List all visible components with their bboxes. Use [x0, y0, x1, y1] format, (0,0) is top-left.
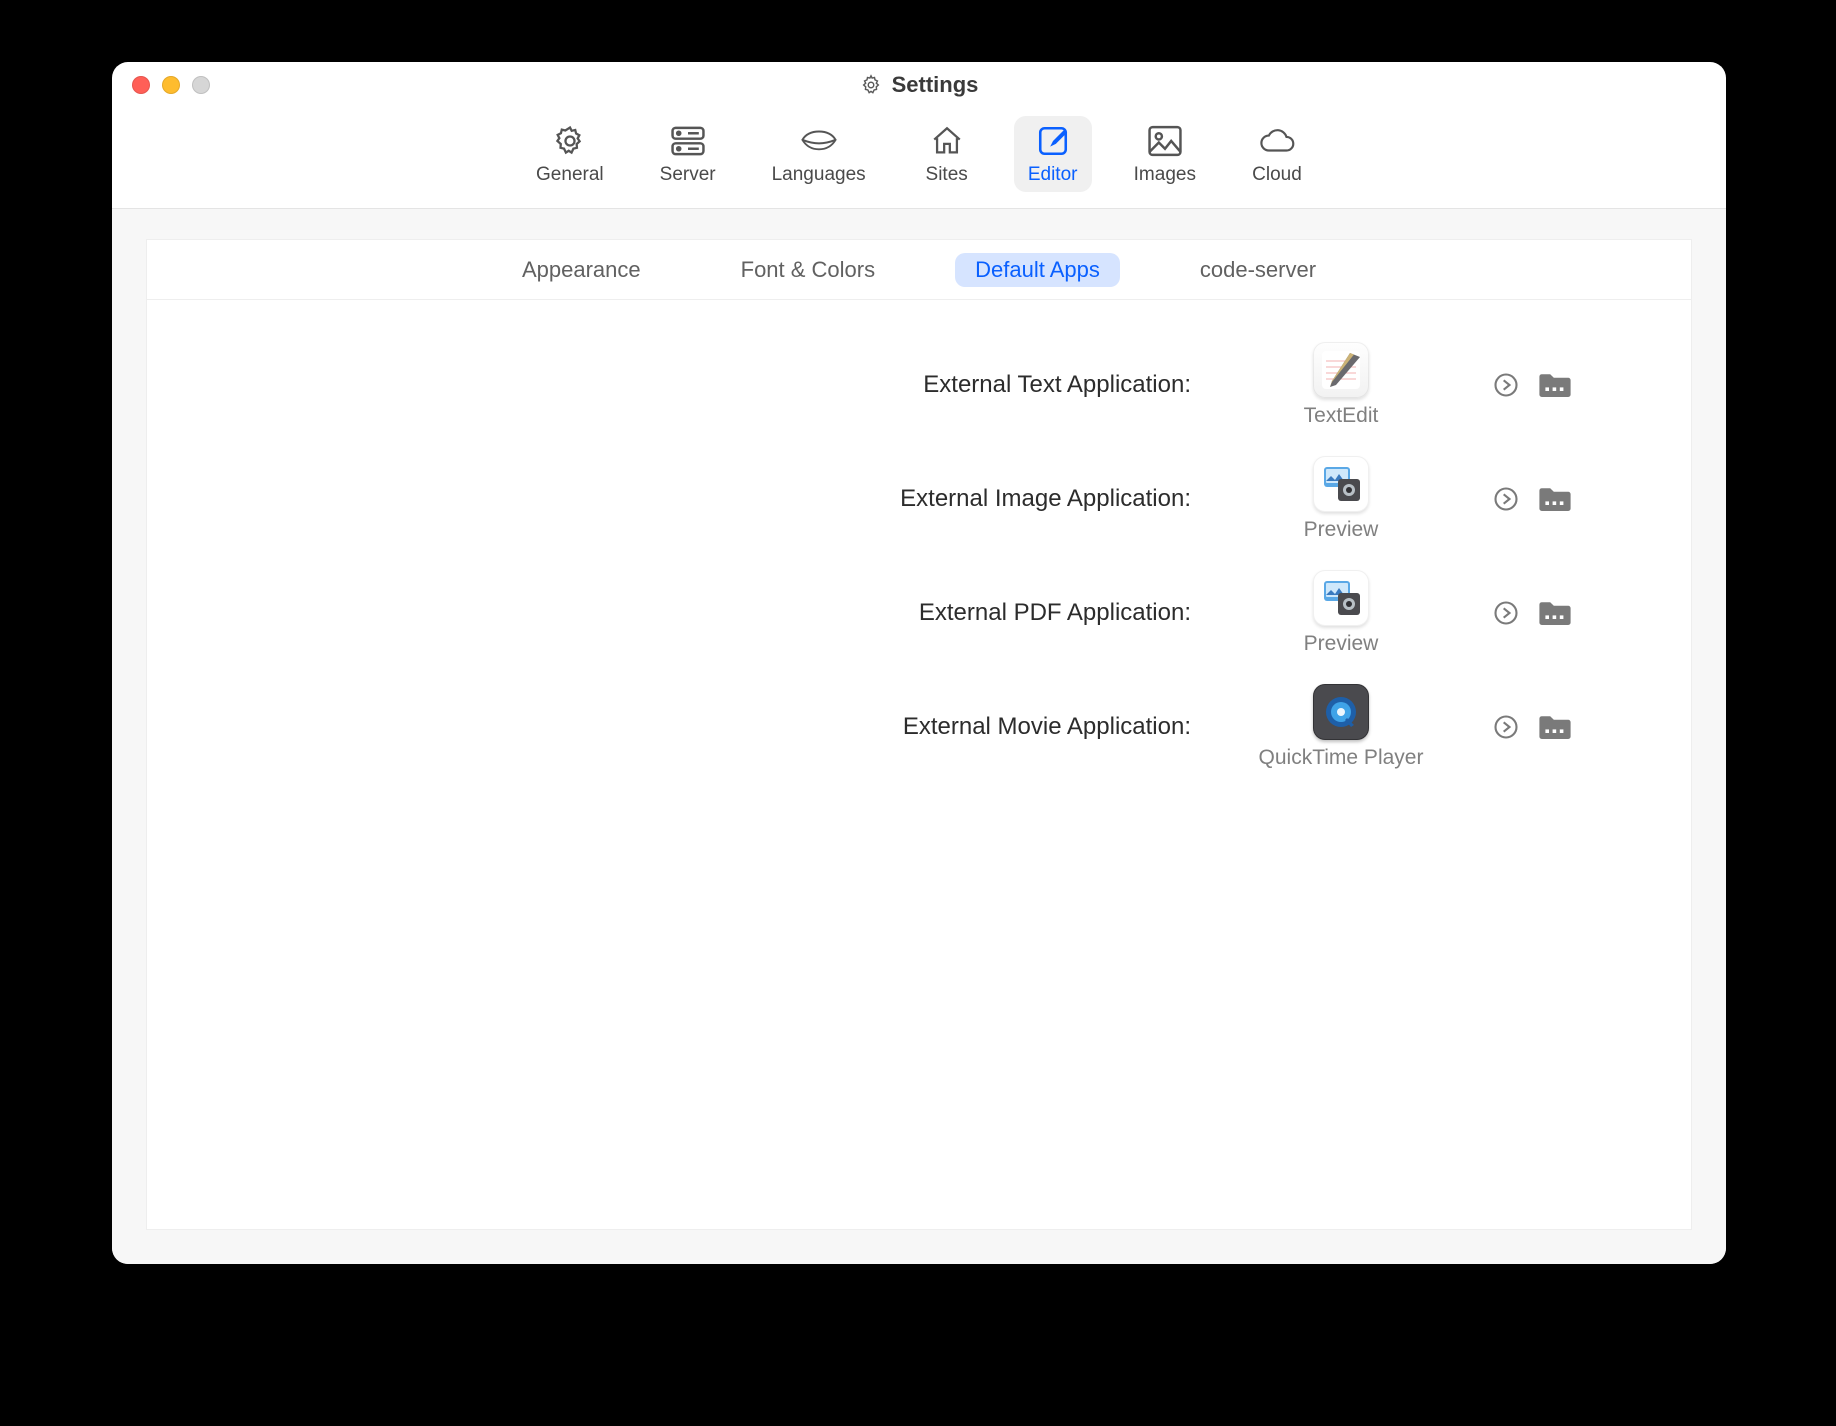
preview-icon — [1313, 456, 1369, 512]
settings-panel: Appearance Font & Colors Default Apps co… — [146, 239, 1692, 1230]
minimize-button[interactable] — [162, 76, 180, 94]
tab-label: Server — [660, 164, 716, 186]
tab-label: Sites — [926, 164, 968, 186]
content-area: Appearance Font & Colors Default Apps co… — [112, 209, 1726, 1264]
tab-label: Editor — [1028, 164, 1078, 186]
row-external-text: External Text Application: TextEdit — [147, 328, 1691, 442]
row-external-image: External Image Application: Preview — [147, 442, 1691, 556]
window-title-text: Settings — [892, 72, 979, 98]
quicktime-icon — [1313, 684, 1369, 740]
main-toolbar: General Server Languages Sites Editor — [112, 108, 1726, 209]
tab-label: Languages — [772, 164, 866, 186]
reveal-button[interactable] — [1491, 484, 1521, 514]
sub-tabs: Appearance Font & Colors Default Apps co… — [147, 240, 1691, 300]
tab-images[interactable]: Images — [1120, 116, 1210, 192]
row-actions — [1491, 598, 1691, 628]
app-name: Preview — [1304, 518, 1379, 542]
preview-icon — [1313, 570, 1369, 626]
app-name: Preview — [1304, 632, 1379, 656]
row-external-movie: External Movie Application: QuickTime Pl… — [147, 670, 1691, 784]
subtab-appearance[interactable]: Appearance — [502, 253, 661, 287]
choose-app-button[interactable] — [1535, 712, 1575, 742]
tab-general[interactable]: General — [522, 116, 618, 192]
gear-icon — [549, 124, 591, 158]
app-display: Preview — [1211, 456, 1471, 542]
tab-label: Cloud — [1252, 164, 1302, 186]
house-icon — [926, 124, 968, 158]
tab-languages[interactable]: Languages — [758, 116, 880, 192]
tab-sites[interactable]: Sites — [908, 116, 986, 192]
tab-cloud[interactable]: Cloud — [1238, 116, 1316, 192]
subtab-font-colors[interactable]: Font & Colors — [721, 253, 896, 287]
editor-icon — [1032, 124, 1074, 158]
app-display: Preview — [1211, 570, 1471, 656]
close-button[interactable] — [132, 76, 150, 94]
tab-label: Images — [1134, 164, 1196, 186]
choose-app-button[interactable] — [1535, 370, 1575, 400]
choose-app-button[interactable] — [1535, 484, 1575, 514]
window-controls — [132, 62, 210, 108]
titlebar: Settings — [112, 62, 1726, 108]
lips-icon — [798, 124, 840, 158]
textedit-icon — [1313, 342, 1369, 398]
window-title: Settings — [860, 72, 979, 98]
app-name: QuickTime Player — [1259, 746, 1424, 770]
subtab-code-server[interactable]: code-server — [1180, 253, 1336, 287]
app-name: TextEdit — [1304, 404, 1379, 428]
maximize-button[interactable] — [192, 76, 210, 94]
tab-label: General — [536, 164, 604, 186]
row-label: External PDF Application: — [147, 599, 1191, 627]
app-display: QuickTime Player — [1211, 684, 1471, 770]
gear-icon — [860, 74, 882, 96]
reveal-button[interactable] — [1491, 598, 1521, 628]
default-apps-rows: External Text Application: TextEdit — [147, 300, 1691, 812]
row-label: External Movie Application: — [147, 713, 1191, 741]
app-display: TextEdit — [1211, 342, 1471, 428]
row-actions — [1491, 712, 1691, 742]
row-label: External Text Application: — [147, 371, 1191, 399]
settings-window: Settings General Server Languages Sit — [112, 62, 1726, 1264]
row-external-pdf: External PDF Application: Preview — [147, 556, 1691, 670]
tab-editor[interactable]: Editor — [1014, 116, 1092, 192]
row-label: External Image Application: — [147, 485, 1191, 513]
choose-app-button[interactable] — [1535, 598, 1575, 628]
cloud-icon — [1256, 124, 1298, 158]
tab-server[interactable]: Server — [646, 116, 730, 192]
image-icon — [1144, 124, 1186, 158]
reveal-button[interactable] — [1491, 370, 1521, 400]
row-actions — [1491, 484, 1691, 514]
subtab-default-apps[interactable]: Default Apps — [955, 253, 1120, 287]
row-actions — [1491, 370, 1691, 400]
reveal-button[interactable] — [1491, 712, 1521, 742]
server-icon — [667, 124, 709, 158]
